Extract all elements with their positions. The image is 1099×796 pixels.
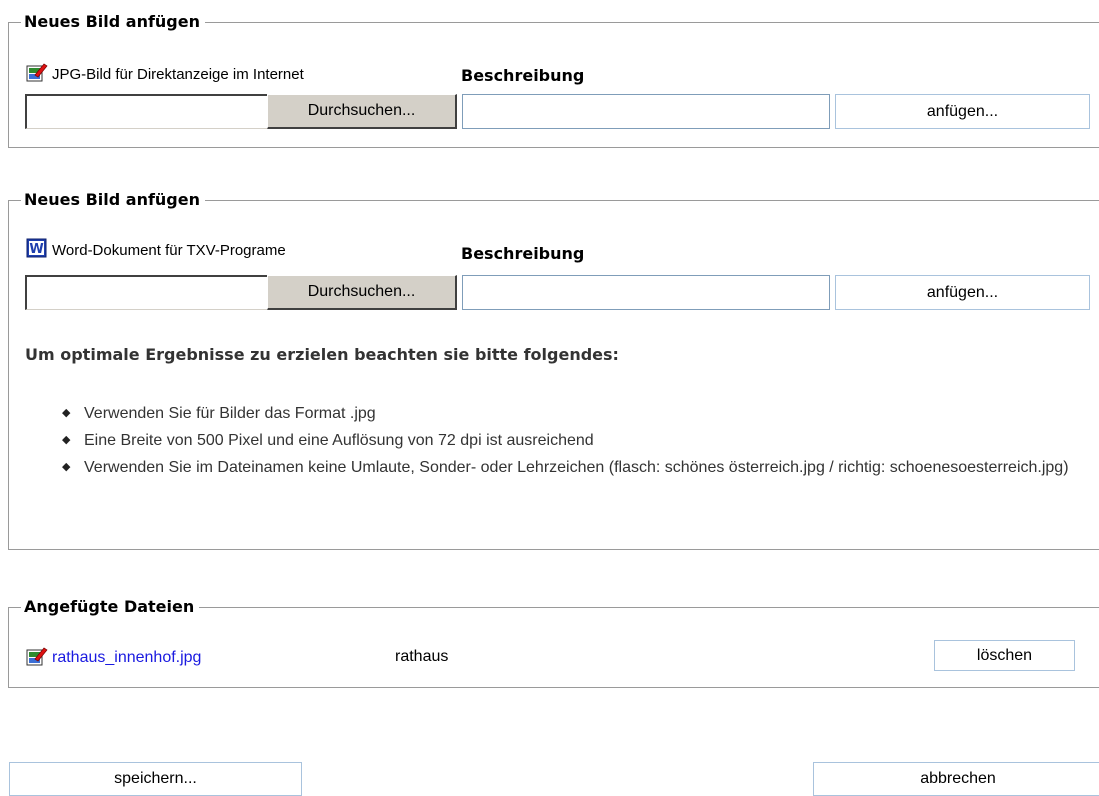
bullet-icon: ◆ bbox=[62, 434, 71, 446]
file-path-input[interactable] bbox=[25, 275, 268, 310]
file-type-text: Word-Dokument für TXV-Programe bbox=[52, 241, 286, 259]
section-legend: Neues Bild anfügen bbox=[21, 11, 205, 33]
browse-button[interactable]: Durchsuchen... bbox=[267, 275, 457, 310]
section-legend: Angefügte Dateien bbox=[21, 596, 200, 618]
description-input[interactable] bbox=[462, 275, 830, 310]
jpg-image-icon bbox=[26, 646, 48, 670]
list-item: ◆ Verwenden Sie im Dateinamen keine Umlau… bbox=[62, 454, 1092, 481]
attach-files-page: { "section1": { "legend": "Neues Bild an… bbox=[0, 0, 1099, 796]
list-item: ◆ Eine Breite von 500 Pixel und eine Aufl… bbox=[62, 427, 1092, 454]
hint-text: Eine Breite von 500 Pixel und eine Auflö… bbox=[84, 432, 594, 449]
new-image-section-word: Neues Bild anfügen W Word-Dokument für T… bbox=[8, 189, 1099, 550]
section-legend: Neues Bild anfügen bbox=[21, 189, 205, 211]
svg-text:W: W bbox=[29, 242, 43, 257]
attach-button[interactable]: anfügen... bbox=[835, 275, 1090, 310]
list-item: ◆ Verwenden Sie für Bilder das Format .jp… bbox=[62, 400, 1092, 427]
attached-file-description: rathaus bbox=[395, 648, 449, 665]
hint-list: ◆ Verwenden Sie für Bilder das Format .jp… bbox=[62, 400, 1092, 481]
hint-text: Verwenden Sie für Bilder das Format .jpg bbox=[84, 405, 376, 422]
description-label: Beschreibung bbox=[461, 66, 585, 85]
new-image-section-jpg: Neues Bild anfügen JPG-Bild für Direktan… bbox=[8, 11, 1099, 148]
file-type-label: W Word-Dokument für TXV-Programe bbox=[26, 238, 286, 262]
hint-text: Verwenden Sie im Dateinamen keine Umlaut… bbox=[84, 459, 1069, 476]
attached-file-row: rathaus_innenhof.jpg rathaus bbox=[26, 646, 1086, 670]
bullet-icon: ◆ bbox=[62, 407, 71, 419]
attached-files-section: Angefügte Dateien rathaus_innenhof.jpg r… bbox=[8, 596, 1099, 688]
file-type-text: JPG-Bild für Direktanzeige im Internet bbox=[52, 65, 304, 83]
file-type-label: JPG-Bild für Direktanzeige im Internet bbox=[26, 62, 304, 86]
delete-file-button[interactable]: löschen bbox=[934, 640, 1075, 671]
bullet-icon: ◆ bbox=[62, 461, 71, 473]
description-input[interactable] bbox=[462, 94, 830, 129]
file-path-input[interactable] bbox=[25, 94, 268, 129]
attached-file-link[interactable]: rathaus_innenhof.jpg bbox=[52, 649, 201, 667]
browse-button[interactable]: Durchsuchen... bbox=[267, 94, 457, 129]
description-label: Beschreibung bbox=[461, 244, 585, 263]
hint-title: Um optimale Ergebnisse zu erzielen beach… bbox=[25, 345, 619, 364]
attach-button[interactable]: anfügen... bbox=[835, 94, 1090, 129]
word-document-icon: W bbox=[26, 238, 48, 262]
jpg-image-icon bbox=[26, 62, 48, 86]
